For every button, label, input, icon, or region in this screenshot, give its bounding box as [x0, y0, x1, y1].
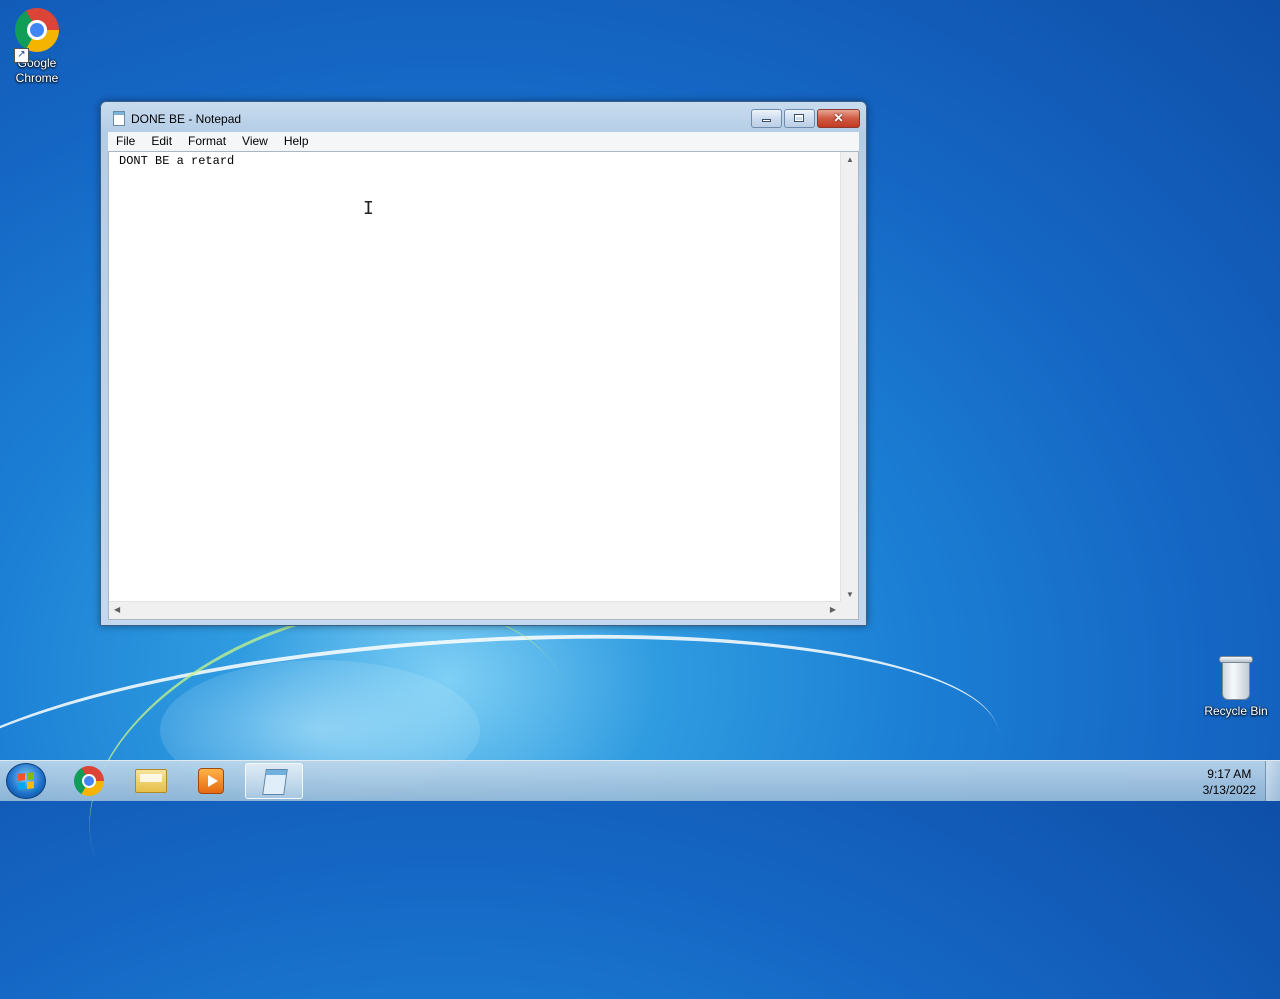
taskbar-chrome[interactable] [60, 763, 118, 799]
notepad-window[interactable]: DONE BE - Notepad ✕ File Edit Format Vie… [100, 101, 867, 626]
desktop-icon-label: Google Chrome [15, 56, 59, 85]
text-cursor-icon: I [363, 198, 374, 219]
taskbar-file-explorer[interactable] [121, 763, 179, 799]
window-title: DONE BE - Notepad [131, 112, 242, 126]
taskbar: 9:17 AM 3/13/2022 [0, 760, 1280, 801]
file-explorer-icon [135, 769, 167, 793]
minimize-icon [752, 110, 781, 127]
menu-format[interactable]: Format [180, 132, 234, 151]
maximize-icon [785, 110, 814, 127]
recycle-bin-icon [1219, 656, 1253, 700]
menu-file[interactable]: File [108, 132, 143, 151]
windows-start-icon [18, 772, 35, 791]
menu-view[interactable]: View [234, 132, 276, 151]
chrome-icon [74, 766, 104, 796]
scroll-down-arrow-icon[interactable]: ▼ [846, 590, 854, 599]
menu-help[interactable]: Help [276, 132, 317, 151]
start-button[interactable] [6, 763, 46, 799]
clock-date: 3/13/2022 [1202, 783, 1256, 797]
menu-edit[interactable]: Edit [143, 132, 180, 151]
close-icon: ✕ [833, 111, 844, 125]
shortcut-arrow-icon: ↗ [14, 48, 29, 63]
taskbar-media-player[interactable] [182, 763, 240, 799]
show-desktop-button[interactable] [1265, 761, 1280, 801]
taskbar-notepad[interactable] [245, 763, 303, 799]
text-editor[interactable]: DONT BE a retard ▲ ▼ ◀ ▶ [108, 151, 859, 620]
desktop-icon-recycle-bin[interactable]: Recycle Bin [1199, 656, 1273, 719]
clock-time: 9:17 AM [1207, 767, 1252, 781]
scroll-up-arrow-icon[interactable]: ▲ [846, 155, 854, 164]
system-clock[interactable]: 9:17 AM 3/13/2022 [1203, 766, 1256, 798]
menu-bar: File Edit Format View Help [108, 132, 859, 152]
scroll-left-arrow-icon[interactable]: ◀ [114, 605, 120, 614]
horizontal-scrollbar[interactable]: ◀ ▶ [109, 601, 841, 619]
resize-grip[interactable] [841, 602, 858, 619]
scroll-right-arrow-icon[interactable]: ▶ [830, 605, 836, 614]
close-button[interactable]: ✕ [817, 109, 860, 128]
desktop-icon-google-chrome[interactable]: ↗ Google Chrome [0, 8, 74, 86]
maximize-button[interactable] [784, 109, 815, 128]
desktop-icon-label: Recycle Bin [1204, 704, 1268, 718]
minimize-button[interactable] [751, 109, 782, 128]
notepad-icon [262, 769, 288, 795]
media-player-icon [198, 768, 224, 794]
document-text[interactable]: DONT BE a retard [119, 153, 838, 599]
vertical-scrollbar[interactable]: ▲ ▼ [840, 152, 858, 602]
title-bar[interactable]: DONE BE - Notepad ✕ [101, 102, 866, 132]
chrome-icon [15, 8, 59, 52]
notepad-icon[interactable] [113, 111, 125, 126]
